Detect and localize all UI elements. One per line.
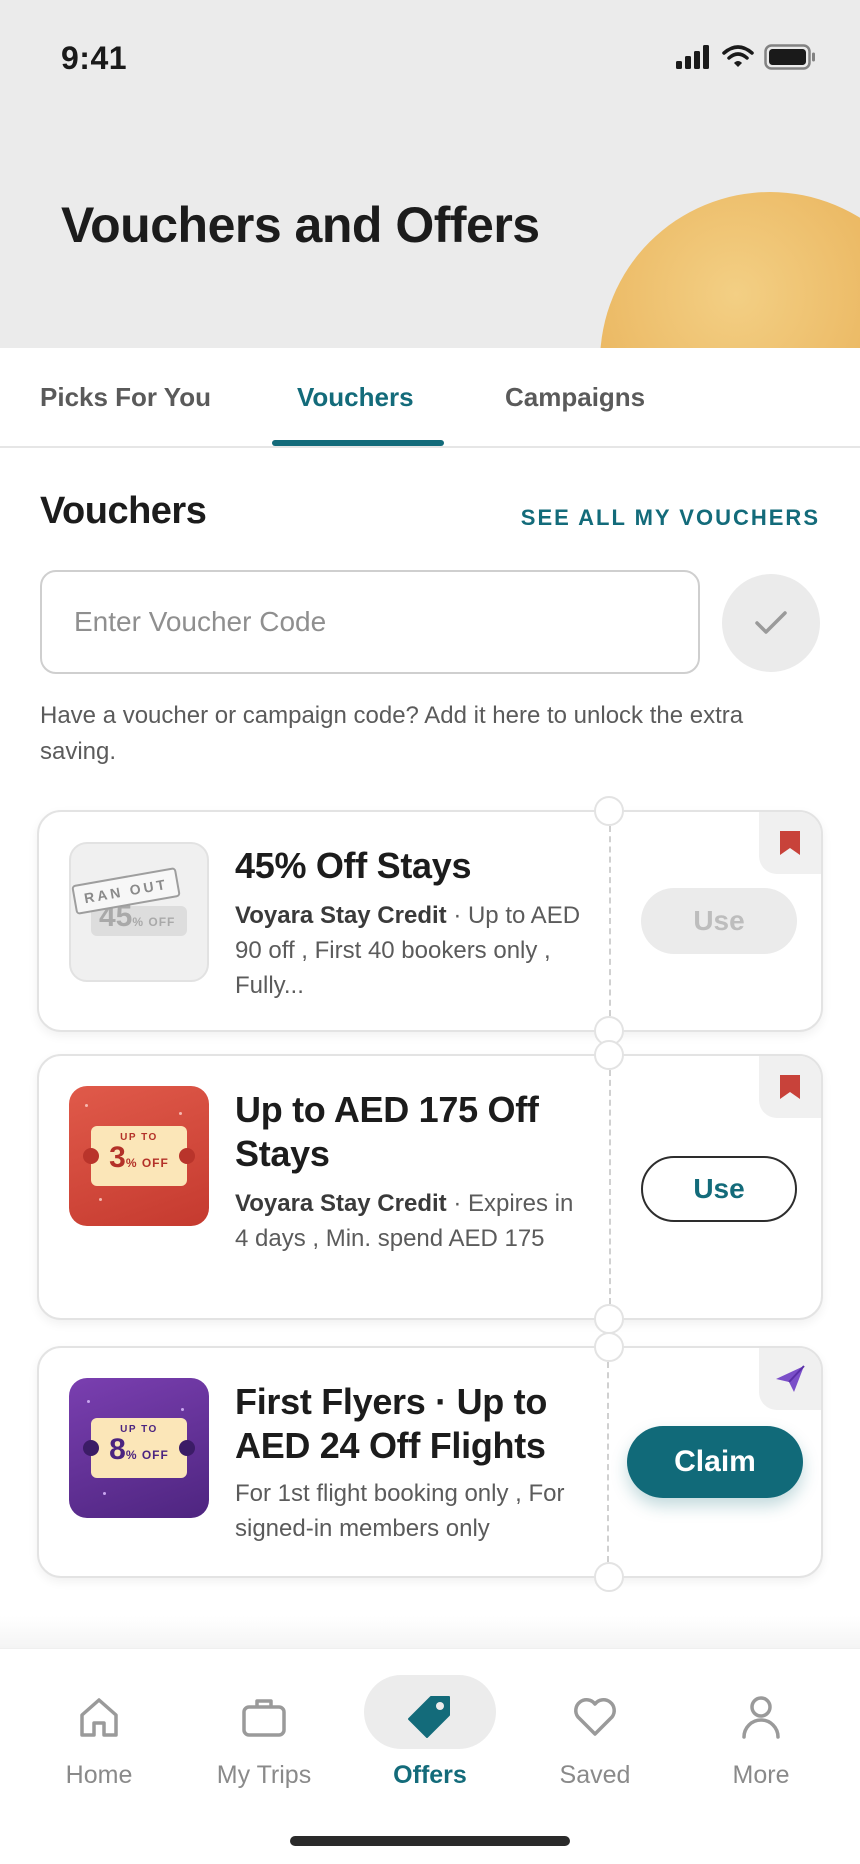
voucher-title: First Flyers · Up to AED 24 Off Flights [235, 1381, 548, 1466]
ticket-notch [594, 796, 624, 826]
voucher-code-input[interactable] [40, 570, 700, 674]
thumb-unit: % OFF [132, 915, 176, 929]
home-icon [80, 1698, 118, 1737]
apply-voucher-button[interactable] [722, 574, 820, 672]
active-tab-indicator [272, 440, 444, 446]
ticket-badge: UP TO [120, 1424, 158, 1435]
section-title: Vouchers [40, 490, 207, 532]
heart-icon [574, 1698, 616, 1736]
nav-label: Offers [393, 1761, 467, 1789]
ticket-badge: UP TO [120, 1132, 158, 1143]
person-icon [742, 1696, 780, 1739]
signal-icon [676, 45, 709, 69]
save-voucher-button[interactable] [759, 1056, 821, 1118]
nav-label: Home [65, 1761, 133, 1789]
tag-icon [408, 1696, 450, 1738]
header: 9:41 Vouchers and Offers [0, 0, 860, 348]
discount-ticket: UP TO 8% OFF [83, 1418, 195, 1478]
thumb-value: 3 [109, 1141, 126, 1174]
save-voucher-button[interactable] [759, 812, 821, 874]
wifi-icon [722, 45, 754, 67]
tab-campaigns[interactable]: Campaigns [505, 382, 645, 413]
bookmark-icon [780, 831, 800, 855]
voucher-title: 45% Off Stays [235, 845, 472, 886]
use-voucher-button[interactable]: Use [641, 888, 797, 954]
thumb-unit: % OFF [125, 1448, 169, 1462]
ticket-notch [594, 1304, 624, 1334]
voucher-description: For 1st flight booking only , For signed… [235, 1480, 565, 1542]
status-icons [676, 44, 816, 70]
plane-icon [776, 1365, 805, 1392]
claim-voucher-button[interactable]: Claim [627, 1426, 803, 1498]
bookmark-icon [780, 1075, 800, 1099]
ticket-perforation [609, 1070, 611, 1304]
thumb-unit: % OFF [125, 1156, 169, 1170]
battery-icon [764, 44, 815, 70]
voucher-thumbnail: UP TO 3% OFF [69, 1086, 209, 1226]
thumb-value: 8 [109, 1433, 126, 1466]
voucher-title: Up to AED 175 Off Stays [235, 1089, 539, 1174]
voucher-card[interactable]: UP TO 8% OFF First Flyers · Up to AED 24… [37, 1332, 823, 1592]
see-all-vouchers-link[interactable]: SEE ALL MY VOUCHERS [521, 505, 820, 531]
nav-label: Saved [559, 1761, 631, 1789]
check-icon [755, 611, 787, 634]
nav-label: More [732, 1761, 790, 1789]
voucher-thumbnail: UP TO 8% OFF [69, 1378, 209, 1518]
nav-label: My Trips [216, 1761, 312, 1789]
ticket-notch [594, 1562, 624, 1592]
ticket-perforation [609, 826, 611, 1016]
briefcase-icon [242, 1699, 286, 1737]
tab-vouchers[interactable]: Vouchers [297, 382, 414, 413]
voucher-thumbnail: 45% OFF RAN OUT [69, 842, 209, 982]
tab-bar: Picks For You Vouchers Campaigns [0, 348, 860, 448]
voucher-card[interactable]: UP TO 3% OFF Up to AED 175 Off Stays Voy… [37, 1040, 823, 1334]
voucher-description: Voyara Stay Credit · Up to AED 90 off , … [235, 898, 585, 1003]
share-voucher-button[interactable] [759, 1348, 821, 1410]
use-voucher-button[interactable]: Use [641, 1156, 797, 1222]
bottom-nav: Home My Trips Offers Saved More [0, 1648, 860, 1864]
ticket-perforation [607, 1362, 609, 1562]
voucher-card[interactable]: 45% OFF RAN OUT 45% Off Stays Voyara Sta… [37, 796, 823, 1046]
voucher-description: Voyara Stay Credit · Expires in 4 days ,… [235, 1186, 585, 1256]
discount-ticket: UP TO 3% OFF [83, 1126, 195, 1186]
voucher-helper-text: Have a voucher or campaign code? Add it … [40, 702, 744, 765]
status-time: 9:41 [61, 40, 128, 76]
decorative-sun [600, 192, 860, 348]
ticket-notch [594, 1040, 624, 1070]
page-title: Vouchers and Offers [61, 197, 540, 253]
voucher-source: Voyara Stay Credit [235, 1190, 447, 1217]
home-indicator [290, 1836, 570, 1846]
voucher-source: Voyara Stay Credit [235, 902, 447, 929]
tab-picks-for-you[interactable]: Picks For You [40, 382, 211, 413]
ticket-notch [594, 1332, 624, 1362]
scroll-fade [0, 1616, 860, 1648]
